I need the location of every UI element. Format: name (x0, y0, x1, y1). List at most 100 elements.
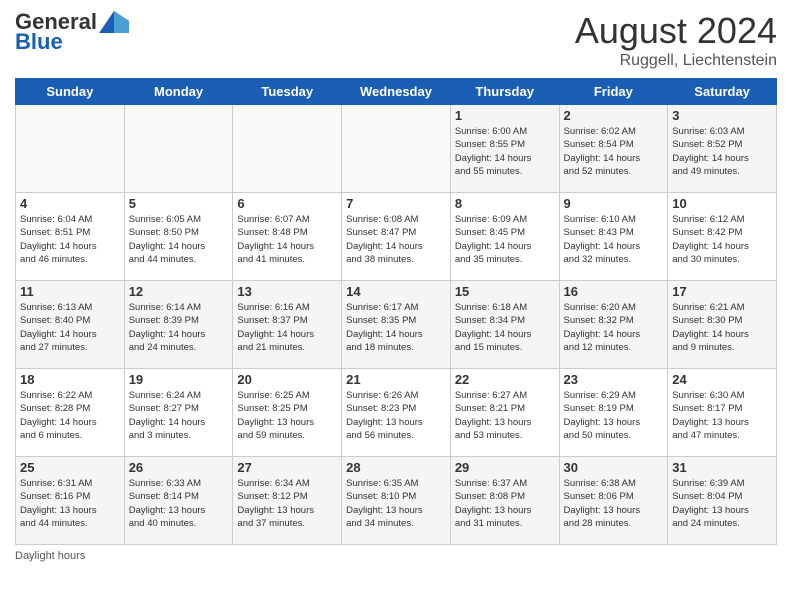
day-number: 14 (346, 284, 446, 299)
day-info: Sunrise: 6:27 AM Sunset: 8:21 PM Dayligh… (455, 389, 555, 442)
calendar-cell: 28 Sunrise: 6:35 AM Sunset: 8:10 PM Dayli… (342, 457, 451, 545)
header-day: Tuesday (233, 79, 342, 105)
day-info: Sunrise: 6:00 AM Sunset: 8:55 PM Dayligh… (455, 125, 555, 178)
calendar-cell: 21 Sunrise: 6:26 AM Sunset: 8:23 PM Dayli… (342, 369, 451, 457)
day-number: 27 (237, 460, 337, 475)
day-number: 6 (237, 196, 337, 211)
day-info: Sunrise: 6:39 AM Sunset: 8:04 PM Dayligh… (672, 477, 772, 530)
header-day: Sunday (16, 79, 125, 105)
day-number: 17 (672, 284, 772, 299)
calendar-cell (124, 105, 233, 193)
day-info: Sunrise: 6:24 AM Sunset: 8:27 PM Dayligh… (129, 389, 229, 442)
day-info: Sunrise: 6:29 AM Sunset: 8:19 PM Dayligh… (564, 389, 664, 442)
calendar-cell: 2Sunrise: 6:02 AM Sunset: 8:54 PM Daylig… (559, 105, 668, 193)
calendar-week-row: 4Sunrise: 6:04 AM Sunset: 8:51 PM Daylig… (16, 193, 777, 281)
day-number: 31 (672, 460, 772, 475)
calendar-cell: 23 Sunrise: 6:29 AM Sunset: 8:19 PM Dayli… (559, 369, 668, 457)
day-number: 13 (237, 284, 337, 299)
footer: Daylight hours (15, 550, 777, 562)
day-number: 15 (455, 284, 555, 299)
calendar-cell (16, 105, 125, 193)
page-container: General Blue August 2024 Ruggell, Liecht… (0, 0, 792, 572)
calendar-cell: 9 Sunrise: 6:10 AM Sunset: 8:43 PM Daylig… (559, 193, 668, 281)
calendar-cell: 4Sunrise: 6:04 AM Sunset: 8:51 PM Daylig… (16, 193, 125, 281)
calendar-cell: 29 Sunrise: 6:37 AM Sunset: 8:08 PM Dayli… (450, 457, 559, 545)
calendar-cell: 17 Sunrise: 6:21 AM Sunset: 8:30 PM Dayli… (668, 281, 777, 369)
day-number: 11 (20, 284, 120, 299)
day-info: Sunrise: 6:04 AM Sunset: 8:51 PM Dayligh… (20, 213, 120, 266)
calendar-cell: 6Sunrise: 6:07 AM Sunset: 8:48 PM Daylig… (233, 193, 342, 281)
header-day: Wednesday (342, 79, 451, 105)
daylight-label: Daylight hours (15, 550, 85, 562)
day-info: Sunrise: 6:10 AM Sunset: 8:43 PM Dayligh… (564, 213, 664, 266)
day-info: Sunrise: 6:02 AM Sunset: 8:54 PM Dayligh… (564, 125, 664, 178)
day-info: Sunrise: 6:21 AM Sunset: 8:30 PM Dayligh… (672, 301, 772, 354)
day-info: Sunrise: 6:14 AM Sunset: 8:39 PM Dayligh… (129, 301, 229, 354)
calendar-cell: 25Sunrise: 6:31 AM Sunset: 8:16 PM Dayli… (16, 457, 125, 545)
calendar-cell: 1Sunrise: 6:00 AM Sunset: 8:55 PM Daylig… (450, 105, 559, 193)
calendar-cell: 22 Sunrise: 6:27 AM Sunset: 8:21 PM Dayli… (450, 369, 559, 457)
calendar-cell: 26 Sunrise: 6:33 AM Sunset: 8:14 PM Dayli… (124, 457, 233, 545)
day-info: Sunrise: 6:13 AM Sunset: 8:40 PM Dayligh… (20, 301, 120, 354)
calendar-cell: 15 Sunrise: 6:18 AM Sunset: 8:34 PM Dayli… (450, 281, 559, 369)
day-number: 28 (346, 460, 446, 475)
day-info: Sunrise: 6:22 AM Sunset: 8:28 PM Dayligh… (20, 389, 120, 442)
calendar-week-row: 11 Sunrise: 6:13 AM Sunset: 8:40 PM Dayli… (16, 281, 777, 369)
subtitle: Ruggell, Liechtenstein (575, 52, 777, 70)
day-number: 12 (129, 284, 229, 299)
day-info: Sunrise: 6:25 AM Sunset: 8:25 PM Dayligh… (237, 389, 337, 442)
day-number: 26 (129, 460, 229, 475)
calendar-cell: 11 Sunrise: 6:13 AM Sunset: 8:40 PM Dayli… (16, 281, 125, 369)
day-number: 8 (455, 196, 555, 211)
day-number: 25 (20, 460, 120, 475)
calendar-cell: 12 Sunrise: 6:14 AM Sunset: 8:39 PM Dayli… (124, 281, 233, 369)
day-info: Sunrise: 6:08 AM Sunset: 8:47 PM Dayligh… (346, 213, 446, 266)
calendar-cell: 18 Sunrise: 6:22 AM Sunset: 8:28 PM Dayli… (16, 369, 125, 457)
day-number: 21 (346, 372, 446, 387)
day-number: 7 (346, 196, 446, 211)
day-info: Sunrise: 6:38 AM Sunset: 8:06 PM Dayligh… (564, 477, 664, 530)
day-info: Sunrise: 6:35 AM Sunset: 8:10 PM Dayligh… (346, 477, 446, 530)
day-number: 9 (564, 196, 664, 211)
calendar-cell: 24 Sunrise: 6:30 AM Sunset: 8:17 PM Dayli… (668, 369, 777, 457)
day-number: 20 (237, 372, 337, 387)
day-number: 19 (129, 372, 229, 387)
day-info: Sunrise: 6:37 AM Sunset: 8:08 PM Dayligh… (455, 477, 555, 530)
day-info: Sunrise: 6:33 AM Sunset: 8:14 PM Dayligh… (129, 477, 229, 530)
day-info: Sunrise: 6:34 AM Sunset: 8:12 PM Dayligh… (237, 477, 337, 530)
month-title: August 2024 (575, 10, 777, 52)
day-number: 23 (564, 372, 664, 387)
calendar-week-row: 18 Sunrise: 6:22 AM Sunset: 8:28 PM Dayli… (16, 369, 777, 457)
day-number: 30 (564, 460, 664, 475)
calendar-cell: 30 Sunrise: 6:38 AM Sunset: 8:06 PM Dayli… (559, 457, 668, 545)
day-info: Sunrise: 6:18 AM Sunset: 8:34 PM Dayligh… (455, 301, 555, 354)
day-number: 16 (564, 284, 664, 299)
calendar-cell (342, 105, 451, 193)
page-header: General Blue August 2024 Ruggell, Liecht… (15, 10, 777, 70)
header-day: Thursday (450, 79, 559, 105)
day-info: Sunrise: 6:30 AM Sunset: 8:17 PM Dayligh… (672, 389, 772, 442)
day-number: 29 (455, 460, 555, 475)
calendar-cell: 3Sunrise: 6:03 AM Sunset: 8:52 PM Daylig… (668, 105, 777, 193)
day-number: 5 (129, 196, 229, 211)
day-info: Sunrise: 6:12 AM Sunset: 8:42 PM Dayligh… (672, 213, 772, 266)
calendar-cell: 19 Sunrise: 6:24 AM Sunset: 8:27 PM Dayli… (124, 369, 233, 457)
calendar-cell: 10 Sunrise: 6:12 AM Sunset: 8:42 PM Dayli… (668, 193, 777, 281)
calendar-cell: 27 Sunrise: 6:34 AM Sunset: 8:12 PM Dayli… (233, 457, 342, 545)
day-info: Sunrise: 6:09 AM Sunset: 8:45 PM Dayligh… (455, 213, 555, 266)
calendar-cell: 13Sunrise: 6:16 AM Sunset: 8:37 PM Dayli… (233, 281, 342, 369)
day-number: 10 (672, 196, 772, 211)
day-number: 22 (455, 372, 555, 387)
day-number: 3 (672, 108, 772, 123)
logo-icon (99, 11, 129, 33)
calendar-week-row: 25Sunrise: 6:31 AM Sunset: 8:16 PM Dayli… (16, 457, 777, 545)
day-number: 18 (20, 372, 120, 387)
calendar-cell: 20 Sunrise: 6:25 AM Sunset: 8:25 PM Dayli… (233, 369, 342, 457)
day-info: Sunrise: 6:17 AM Sunset: 8:35 PM Dayligh… (346, 301, 446, 354)
calendar-cell: 14 Sunrise: 6:17 AM Sunset: 8:35 PM Dayli… (342, 281, 451, 369)
day-number: 24 (672, 372, 772, 387)
calendar-cell: 8 Sunrise: 6:09 AM Sunset: 8:45 PM Daylig… (450, 193, 559, 281)
calendar-cell: 31 Sunrise: 6:39 AM Sunset: 8:04 PM Dayli… (668, 457, 777, 545)
header-day: Friday (559, 79, 668, 105)
day-info: Sunrise: 6:26 AM Sunset: 8:23 PM Dayligh… (346, 389, 446, 442)
